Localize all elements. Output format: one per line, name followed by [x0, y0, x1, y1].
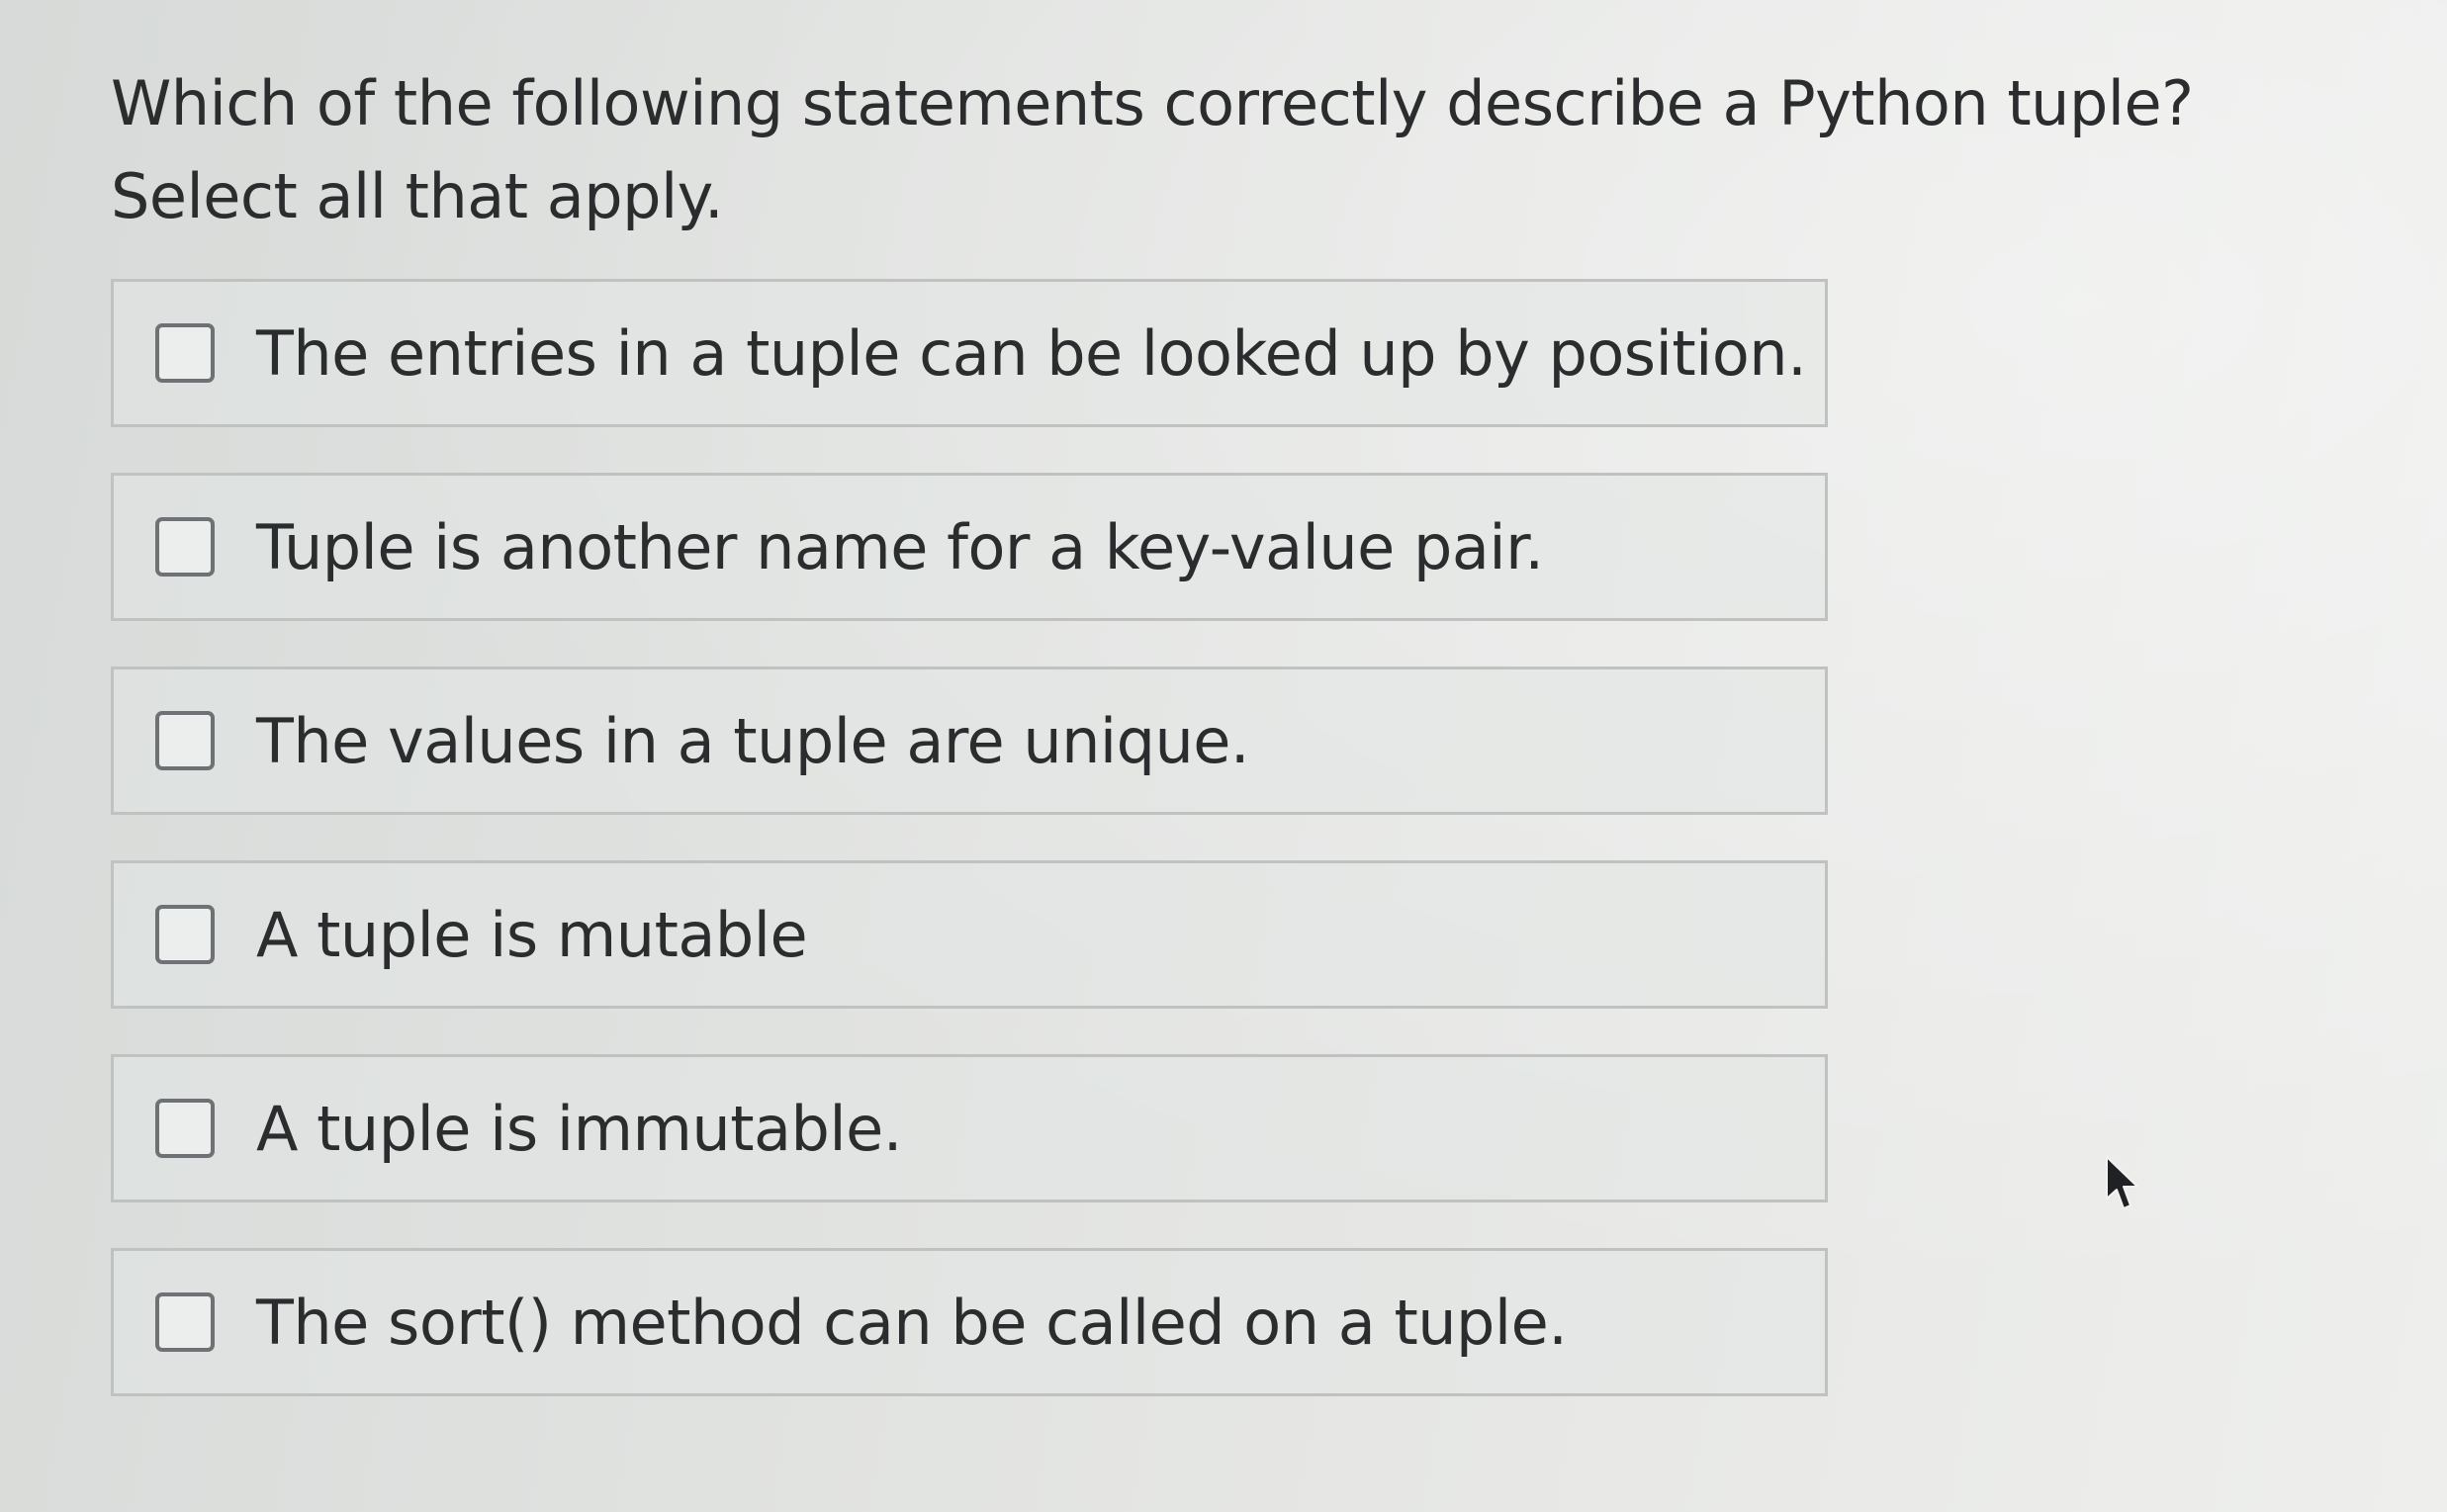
answer-option-label: A tuple is immutable.: [256, 1092, 902, 1165]
empty-checkbox-icon[interactable]: [155, 1099, 215, 1158]
answer-option-label: The entries in a tuple can be looked up …: [256, 316, 1807, 390]
empty-checkbox-icon[interactable]: [155, 711, 215, 770]
empty-checkbox-icon[interactable]: [155, 905, 215, 964]
answer-option-4[interactable]: A tuple is mutable: [111, 860, 1828, 1009]
answer-option-5[interactable]: A tuple is immutable.: [111, 1054, 1828, 1202]
mouse-pointer-icon: [2106, 1156, 2138, 1209]
answer-option-label: The sort() method can be called on a tup…: [256, 1286, 1568, 1359]
empty-checkbox-icon[interactable]: [155, 517, 215, 577]
answer-option-2[interactable]: Tuple is another name for a key-value pa…: [111, 473, 1828, 621]
answer-option-label: A tuple is mutable: [256, 898, 808, 971]
empty-checkbox-icon[interactable]: [155, 323, 215, 383]
answer-option-label: Tuple is another name for a key-value pa…: [256, 510, 1544, 583]
question-text: Which of the following statements correc…: [111, 67, 2194, 232]
answer-option-1[interactable]: The entries in a tuple can be looked up …: [111, 279, 1828, 427]
empty-checkbox-icon[interactable]: [155, 1292, 215, 1352]
answer-option-3[interactable]: The values in a tuple are unique.: [111, 667, 1828, 815]
answer-options-list: The entries in a tuple can be looked up …: [111, 279, 1828, 1442]
answer-option-label: The values in a tuple are unique.: [256, 704, 1250, 777]
answer-option-6[interactable]: The sort() method can be called on a tup…: [111, 1248, 1828, 1396]
